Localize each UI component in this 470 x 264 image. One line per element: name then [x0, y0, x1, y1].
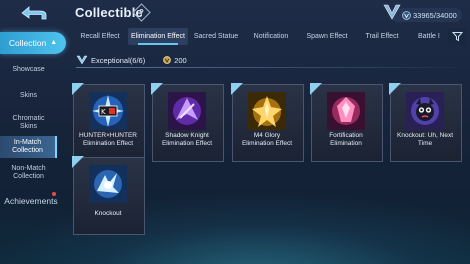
card-label-line2: Elimination Effect — [241, 139, 293, 147]
sidebar-item-achievements[interactable]: Achievements — [0, 192, 62, 208]
tab-elimination-effect[interactable]: Elimination Effect — [128, 28, 188, 45]
notification-dot — [52, 192, 56, 196]
sidebar-item-label: Non-Match Collection — [11, 165, 46, 180]
sidebar-item-label: Showcase — [12, 66, 45, 73]
collector-badge-icon — [383, 4, 401, 20]
card-label: Fortification Elimination — [311, 132, 381, 147]
sidebar-item-chromatic-skins[interactable]: Chromatic Skins — [0, 114, 57, 132]
currency-value: 33965/34000 — [413, 10, 457, 20]
help-icon-label: ? — [139, 7, 144, 17]
filter-icon — [451, 32, 463, 42]
sidebar-section-label: Collection — [8, 38, 47, 48]
tab-label: Spawn Effect — [306, 33, 348, 40]
collectible-card-m4-glory[interactable]: M4 Glory Elimination Effect — [231, 83, 304, 162]
knockout-next-time-effect-icon — [406, 92, 444, 130]
card-label: M4 Glory Elimination Effect — [232, 132, 302, 147]
card-label-line1: Fortification — [329, 132, 363, 139]
tab-label: Battle I — [418, 33, 440, 40]
hunter-hunter-effect-icon: K — [89, 92, 127, 130]
group-name: Exceptional(6/6) — [91, 55, 146, 65]
collectible-card-fortification[interactable]: Fortification Elimination — [310, 83, 383, 162]
card-label-line1: HUNTER×HUNTER — [79, 132, 137, 139]
fortification-effect-icon — [327, 92, 365, 130]
rarity-group-header: Exceptional(6/6) 200 — [76, 53, 456, 68]
sidebar-section-collection[interactable]: Collection ▲ — [0, 32, 66, 54]
tab-recall-effect[interactable]: Recall Effect — [66, 28, 134, 45]
rarity-corner-icon — [72, 83, 84, 95]
tab-label: Notification — [253, 33, 289, 40]
card-label-line2: Elimination Effect — [82, 139, 134, 147]
tab-spawn-effect[interactable]: Spawn Effect — [302, 28, 352, 45]
card-label: Shadow Knight Elimination Effect — [152, 132, 222, 147]
card-label-line1: Shadow Knight — [165, 132, 209, 139]
sidebar-item-label: Chromatic Skins — [12, 115, 45, 130]
sidebar-item-non-match-collection[interactable]: Non-Match Collection — [0, 164, 57, 182]
background-glow — [0, 194, 470, 264]
tab-label: Trail Effect — [365, 33, 399, 40]
svg-text:K: K — [101, 108, 106, 116]
collectible-card-knockout-uh-next-time[interactable]: Knockout: Uh, Next Time — [389, 83, 462, 162]
rarity-badge-icon — [76, 55, 88, 65]
knockout-effect-icon — [89, 165, 127, 203]
card-label-line2: Elimination Effect — [161, 139, 213, 147]
collectible-card-hunter-hunter[interactable]: K HUNTER×HUNTER Elimination Effect — [72, 83, 145, 162]
collectible-card-shadow-knight[interactable]: Shadow Knight Elimination Effect — [151, 83, 224, 162]
group-points-value: 200 — [174, 55, 187, 65]
top-bar: Collectible ? 33965/34000 — [0, 0, 470, 26]
card-label-line1: M4 Glory — [253, 132, 281, 139]
sidebar-item-label: Achievements — [4, 196, 58, 206]
rarity-corner-icon — [231, 83, 243, 95]
card-label-line1: Knockout: Uh, Next — [397, 132, 453, 139]
coin-icon — [163, 56, 172, 64]
back-button[interactable] — [6, 3, 62, 23]
category-tabs: Recall Effect Elimination Effect Sacred … — [66, 28, 470, 45]
currency-counter: 33965/34000 — [383, 4, 462, 22]
sidebar-item-skins[interactable]: Skins — [0, 90, 57, 102]
tab-label: Sacred Statue — [193, 33, 239, 40]
tab-battle[interactable]: Battle I — [414, 28, 450, 45]
filter-button[interactable] — [448, 28, 466, 45]
sidebar-item-showcase[interactable]: Showcase — [0, 64, 57, 76]
sidebar-item-label: In-Match Collection — [12, 139, 43, 154]
rarity-corner-icon — [310, 83, 322, 95]
card-label-line2: Time — [417, 139, 433, 147]
card-label: HUNTER×HUNTER Elimination Effect — [73, 132, 143, 147]
card-label-line2: Elimination — [330, 139, 362, 147]
card-label: Knockout: Uh, Next Time — [390, 132, 460, 147]
chevron-up-icon: ▲ — [50, 39, 58, 46]
tab-label: Elimination Effect — [131, 33, 185, 40]
rarity-corner-icon — [389, 83, 401, 95]
card-label-line1: Knockout — [94, 210, 122, 217]
rarity-corner-icon — [151, 83, 163, 95]
shadow-knight-effect-icon — [168, 92, 206, 130]
sidebar-item-in-match-collection[interactable]: In-Match Collection — [0, 136, 57, 158]
sidebar: Collection ▲ Showcase Skins Chromatic Sk… — [0, 26, 66, 264]
back-arrow-icon — [21, 6, 47, 20]
tab-notification[interactable]: Notification — [246, 28, 296, 45]
tab-sacred-statue[interactable]: Sacred Statue — [188, 28, 244, 45]
collectible-card-knockout[interactable]: Knockout — [72, 156, 145, 235]
m4-glory-effect-icon — [248, 92, 286, 130]
sidebar-item-label: Skins — [19, 92, 38, 99]
divider — [76, 67, 456, 68]
group-points: 200 — [163, 56, 187, 65]
tab-label: Recall Effect — [80, 33, 120, 40]
card-label: Knockout — [73, 210, 143, 218]
coin-icon — [402, 10, 411, 20]
rarity-corner-icon — [72, 156, 84, 168]
tab-trail-effect[interactable]: Trail Effect — [358, 28, 406, 45]
